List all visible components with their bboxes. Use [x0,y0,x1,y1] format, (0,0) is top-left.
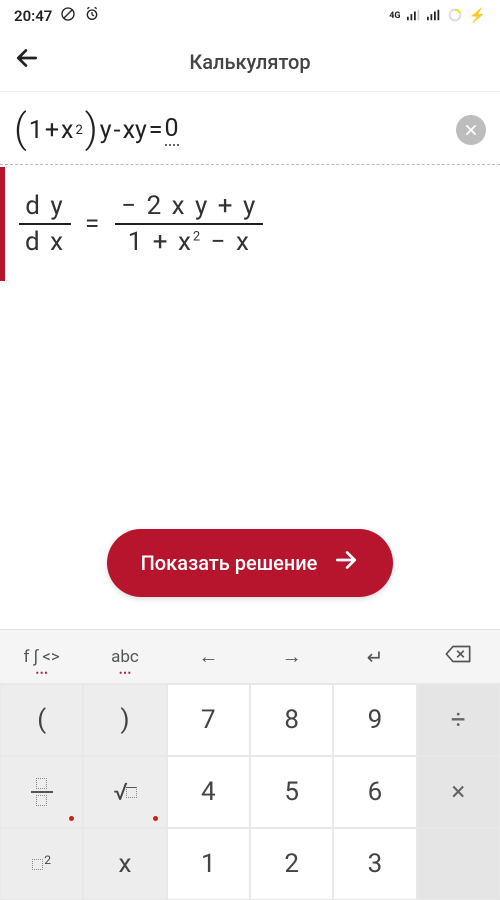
result-rhs-den: 1 + x2 − x [122,225,257,259]
key-sqrt[interactable]: √ [83,756,166,828]
key-7[interactable]: 7 [167,684,250,756]
cta-label: Показать решение [141,551,318,575]
network-type: 4G [389,11,400,21]
kb-cursor-right[interactable]: → [250,644,333,669]
kb-backspace[interactable] [417,644,500,669]
kb-newline[interactable]: ↵ [333,645,416,669]
mute-icon [60,6,76,26]
result-rhs-num: − 2 x y + y [115,189,263,223]
alarm-icon [84,6,100,26]
status-time: 20:47 [14,7,52,25]
rparen: ) [85,109,98,149]
status-bar: 20:47 4G ⚡ [0,0,500,32]
result-eq: = [85,209,101,239]
app-header: Калькулятор [0,32,500,92]
signal-icon [407,9,421,24]
result-lhs-den: d x [19,225,71,259]
key-2[interactable]: 2 [250,828,333,900]
key-lparen[interactable]: ( [0,684,83,756]
kb-tab-abc[interactable]: abc⋯ [83,647,166,667]
result-lhs-num: d y [19,189,70,223]
kb-tab-functions[interactable]: f ∫ <>⋯ [0,647,83,667]
key-4[interactable]: 4 [167,756,250,828]
keyboard: f ∫ <>⋯ abc⋯ ← → ↵ ( ) 7 8 9 ÷ √ [0,629,500,900]
show-solution-button[interactable]: Показать решение [107,529,394,597]
signal-icon-2 [427,9,441,24]
key-5[interactable]: 5 [250,756,333,828]
expression-input[interactable]: ( 1 + x 2 ) y - xy = 0 [0,92,500,165]
key-3[interactable]: 3 [333,828,416,900]
back-button[interactable] [14,45,40,78]
key-9[interactable]: 9 [333,684,416,756]
result-card[interactable]: d y d x = − 2 x y + y 1 + x2 − x [0,167,500,281]
kb-cursor-left[interactable]: ← [167,644,250,669]
lparen: ( [14,109,27,149]
key-divide[interactable]: ÷ [417,684,500,756]
key-1[interactable]: 1 [167,828,250,900]
key-8[interactable]: 8 [250,684,333,756]
key-minus[interactable] [417,828,500,900]
key-x[interactable]: x [83,828,166,900]
clear-button[interactable] [456,115,486,145]
key-rparen[interactable]: ) [83,684,166,756]
battery-icon [447,7,463,26]
charging-icon: ⚡ [469,8,486,24]
page-title: Калькулятор [0,50,500,74]
key-multiply[interactable]: × [417,756,500,828]
arrow-right-icon [333,547,359,579]
key-power[interactable]: 2 [0,828,83,900]
key-6[interactable]: 6 [333,756,416,828]
key-fraction[interactable] [0,756,83,828]
